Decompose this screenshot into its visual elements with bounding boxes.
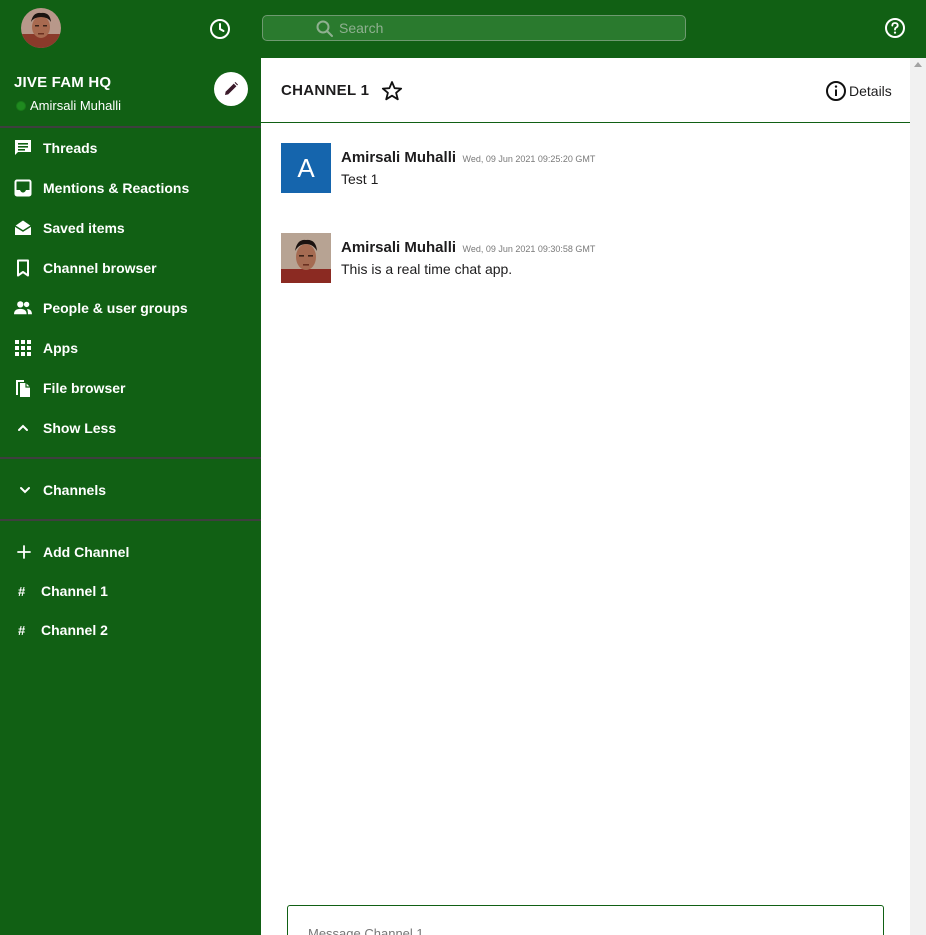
details-button[interactable]: Details (825, 80, 892, 102)
sidebar-item-label: Channel browser (43, 260, 157, 276)
chevron-down-icon (16, 481, 34, 499)
compose-button[interactable] (214, 72, 248, 106)
sidebar-item-channel-browser[interactable]: Channel browser (0, 248, 261, 288)
sidebar-item-file-browser[interactable]: File browser (0, 368, 261, 408)
edit-pencil-icon (225, 82, 238, 95)
message-item: Amirsali Muhalli Wed, 09 Jun 2021 09:30:… (281, 233, 881, 285)
channels-header: Channels (43, 482, 107, 498)
sidebar-item-label: Show Less (43, 420, 117, 436)
channel-header: CHANNEL 1 Details (261, 58, 910, 123)
message-header: Amirsali Muhalli Wed, 09 Jun 2021 09:30:… (341, 239, 595, 257)
drafts-icon (14, 219, 32, 237)
sidebar-item-label: Apps (43, 340, 78, 356)
message-author[interactable]: Amirsali Muhalli (341, 149, 456, 166)
channel-main: CHANNEL 1 Details A Amirsali Muhalli Wed… (261, 58, 910, 935)
chevron-up-icon (14, 419, 32, 437)
message-timestamp: Wed, 09 Jun 2021 09:30:58 GMT (462, 244, 596, 254)
clock-icon (210, 19, 230, 39)
sidebar-item-mentions[interactable]: Mentions & Reactions (0, 168, 261, 208)
channels-section-toggle[interactable]: Channels (0, 470, 261, 510)
sidebar-item-label: Threads (43, 140, 98, 156)
message-text: Test 1 (341, 171, 379, 187)
bookmark-icon (14, 259, 32, 277)
history-button[interactable] (208, 17, 232, 41)
sidebar-item-apps[interactable]: Apps (0, 328, 261, 368)
message-header: Amirsali Muhalli Wed, 09 Jun 2021 09:25:… (341, 149, 595, 167)
user-name: Amirsali Muhalli (30, 98, 122, 113)
hash-icon: # (18, 583, 26, 599)
divider (0, 519, 261, 521)
search-bar[interactable] (262, 15, 686, 41)
message-avatar[interactable]: A (281, 143, 331, 193)
search-icon (316, 20, 333, 37)
message-composer[interactable] (287, 905, 884, 935)
sidebar-item-label: Mentions & Reactions (43, 180, 190, 196)
scroll-up-arrow-icon[interactable] (914, 62, 922, 67)
divider (0, 457, 261, 459)
details-label: Details (849, 83, 892, 99)
user-avatar[interactable] (21, 8, 61, 48)
online-status-icon (16, 100, 26, 111)
add-channel-label: Add Channel (43, 544, 130, 560)
message-item: A Amirsali Muhalli Wed, 09 Jun 2021 09:2… (281, 143, 881, 195)
message-avatar[interactable] (281, 233, 331, 283)
message-author[interactable]: Amirsali Muhalli (341, 239, 456, 256)
hash-icon: # (18, 622, 26, 638)
file-copy-icon (14, 379, 32, 397)
inbox-icon (14, 179, 32, 197)
sidebar-item-saved[interactable]: Saved items (0, 208, 261, 248)
workspace-name[interactable]: JIVE FAM HQ (14, 74, 111, 91)
sidebar-item-label: People & user groups (43, 300, 188, 316)
sidebar-item-show-less[interactable]: Show Less (0, 408, 261, 448)
threads-icon (14, 139, 32, 157)
workspace-user: Amirsali Muhalli (16, 98, 121, 113)
sidebar-channel-1[interactable]: # Channel 1 (0, 571, 261, 611)
search-input[interactable] (339, 18, 669, 38)
sidebar: JIVE FAM HQ Amirsali Muhalli Threads Men… (0, 58, 261, 935)
sidebar-item-label: Saved items (43, 220, 125, 236)
apps-grid-icon (14, 339, 32, 357)
message-input[interactable] (308, 924, 868, 935)
sidebar-item-threads[interactable]: Threads (0, 128, 261, 168)
sidebar-channel-2[interactable]: # Channel 2 (0, 610, 261, 650)
sidebar-item-label: File browser (43, 380, 126, 396)
add-channel-button[interactable]: Add Channel (0, 532, 261, 572)
people-icon (14, 299, 32, 317)
sidebar-item-people[interactable]: People & user groups (0, 288, 261, 328)
star-outline-icon (381, 81, 403, 101)
help-circle-icon (885, 18, 905, 38)
info-icon (826, 81, 846, 101)
channel-label: Channel 2 (41, 622, 108, 638)
message-timestamp: Wed, 09 Jun 2021 09:25:20 GMT (462, 154, 596, 164)
channel-label: Channel 1 (41, 583, 108, 599)
plus-icon (15, 543, 33, 561)
star-button[interactable] (381, 80, 403, 102)
help-button[interactable] (884, 17, 906, 39)
scrollbar[interactable] (910, 58, 926, 935)
top-bar (0, 0, 926, 58)
message-text: This is a real time chat app. (341, 261, 513, 277)
channel-title: CHANNEL 1 (281, 82, 370, 99)
